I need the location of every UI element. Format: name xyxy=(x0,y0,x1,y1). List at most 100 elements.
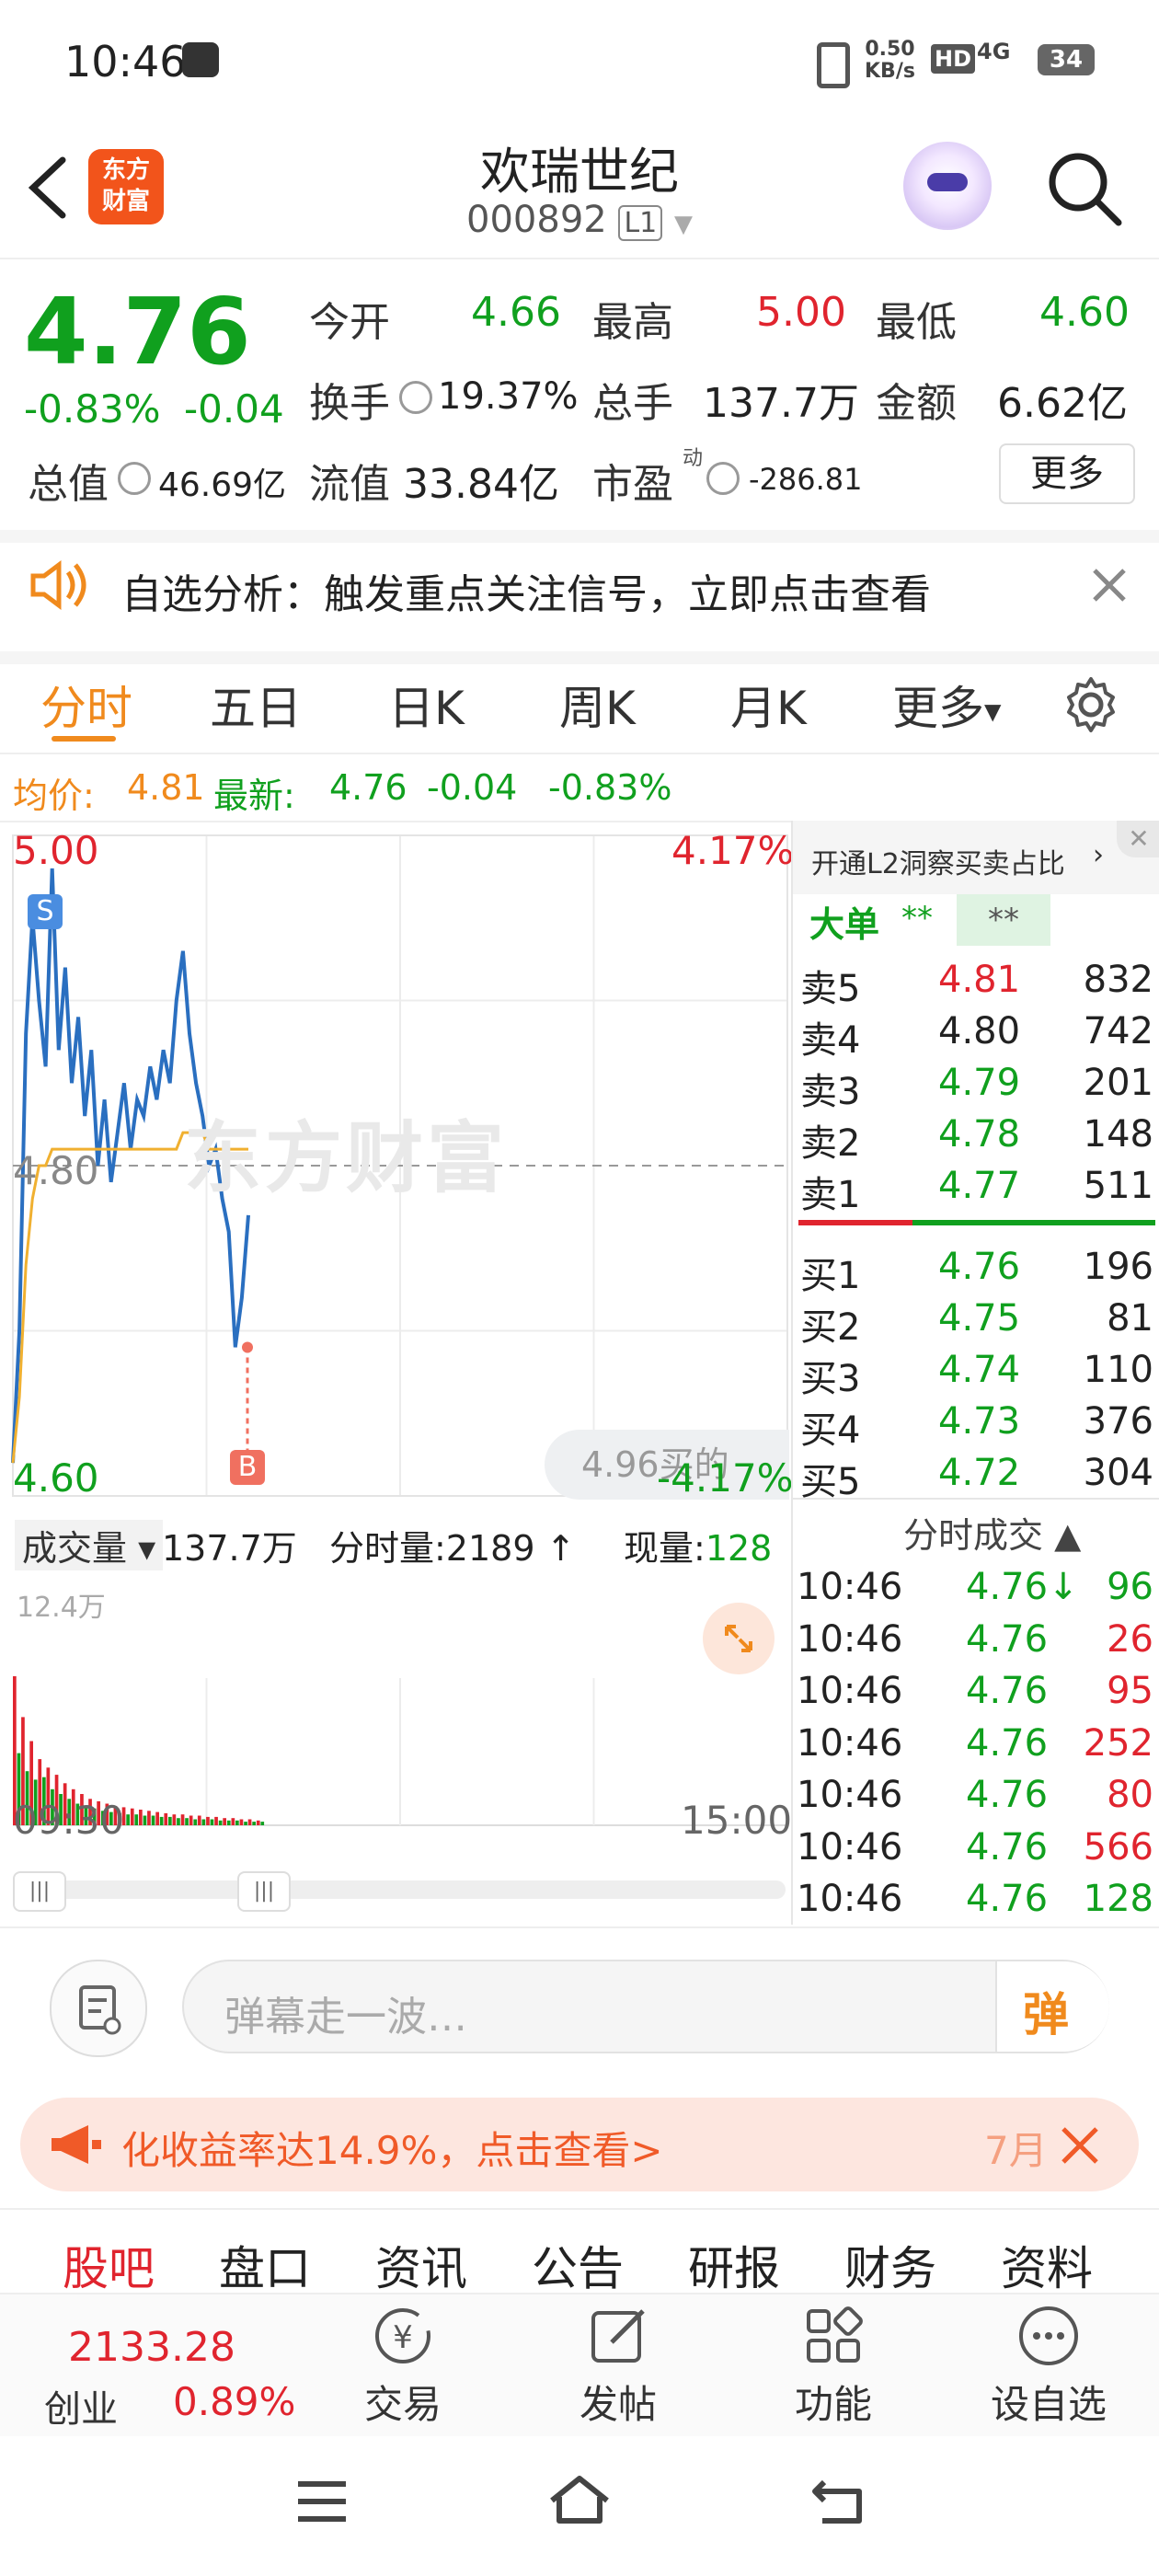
volume-max: 12.4万 xyxy=(17,1592,106,1624)
close-icon[interactable] xyxy=(1060,2125,1100,2166)
buy-row: 买3 4.74 110 xyxy=(793,1345,1159,1400)
home-icon[interactable] xyxy=(546,2473,613,2528)
tick-volume: 分时量:2189 ↑ xyxy=(329,1528,576,1569)
trade-price: 4.76↓ xyxy=(966,1566,1079,1608)
big-order-value2: ** xyxy=(957,894,1050,946)
sell-volume: 511 xyxy=(1083,1165,1153,1207)
sell-price: 4.80 xyxy=(938,1010,1021,1052)
tab-guba[interactable]: 股吧 xyxy=(63,2232,155,2294)
search-icon[interactable] xyxy=(1045,149,1124,228)
intraday-chart[interactable]: 东方财富 5.00 4.80 4.60 4.17% 4.96买的 -4.17% … xyxy=(0,821,794,1925)
sell-level-label: 卖3 xyxy=(800,1071,861,1113)
nav-functions[interactable]: 功能 xyxy=(760,2304,907,2430)
trade-volume: 95 xyxy=(1107,1670,1153,1712)
volume-bar xyxy=(134,1814,139,1825)
nav-post[interactable]: 发帖 xyxy=(545,2304,692,2430)
watermark: 东方财富 xyxy=(184,1113,509,1203)
trade-row: 10:46 4.76 128 xyxy=(793,1874,1159,1926)
buy-marker[interactable]: B xyxy=(230,1450,265,1485)
sell-price: 4.78 xyxy=(938,1113,1021,1156)
trade-volume: 26 xyxy=(1107,1617,1153,1661)
range-handle-left[interactable]: ||| xyxy=(13,1871,66,1912)
volume-total: 137.7万 xyxy=(162,1528,297,1569)
info-icon[interactable] xyxy=(706,462,740,495)
index-value: 2133.28 xyxy=(68,2324,235,2371)
tab-daily-k[interactable]: 日K xyxy=(388,672,465,738)
l2-banner[interactable]: 开通L2洞察买卖占比 › ✕ xyxy=(793,821,1159,894)
trade-time: 10:46 xyxy=(797,1825,903,1869)
trades-title[interactable]: 分时成交 ▲ xyxy=(903,1507,1081,1558)
volume-bar xyxy=(235,1820,239,1825)
index-ticker[interactable]: 2133.28 创业 0.89% xyxy=(0,2294,331,2438)
buy-row: 买2 4.75 81 xyxy=(793,1294,1159,1349)
battery-icon: 34 xyxy=(1038,44,1095,75)
current-price: 4.76 xyxy=(24,278,251,385)
stock-title: 欢瑞世纪 xyxy=(480,143,679,201)
close-icon[interactable] xyxy=(1091,567,1128,604)
info-icon[interactable] xyxy=(399,381,432,414)
range-track[interactable] xyxy=(13,1880,786,1899)
range-handle-right[interactable]: ||| xyxy=(237,1871,291,1912)
sell-marker[interactable]: S xyxy=(28,894,63,929)
nav-add-watchlist[interactable]: 设自选 xyxy=(975,2304,1122,2430)
tab-intraday[interactable]: 分时 xyxy=(40,672,132,738)
sell-level-label: 卖2 xyxy=(800,1122,861,1165)
back-icon[interactable] xyxy=(22,155,72,221)
pct-axis-bottom: -4.17% xyxy=(657,1455,794,1501)
danmu-button[interactable]: 弹 xyxy=(995,1961,1109,2052)
sell-row: 卖1 4.77 511 xyxy=(793,1161,1159,1216)
tab-finance[interactable]: 财务 xyxy=(844,2232,936,2294)
promo-suffix: 7月 xyxy=(984,2128,1048,2173)
tab-monthly-k[interactable]: 月K xyxy=(730,672,807,738)
volume-selector[interactable]: 成交量 ▾ xyxy=(15,1520,164,1570)
tab-announcements[interactable]: 公告 xyxy=(532,2232,624,2294)
tab-pankou[interactable]: 盘口 xyxy=(219,2232,311,2294)
tab-weekly-k[interactable]: 周K xyxy=(559,672,636,738)
trade-time: 10:46 xyxy=(797,1670,903,1712)
chart-svg[interactable] xyxy=(0,821,789,1925)
trade-time: 10:46 xyxy=(797,1617,903,1661)
buy-ratio-bar xyxy=(912,1220,1155,1225)
sell-volume: 201 xyxy=(1083,1062,1153,1104)
trade-time: 10:46 xyxy=(797,1774,903,1816)
menu-icon[interactable] xyxy=(294,2478,350,2524)
tab-news[interactable]: 资讯 xyxy=(375,2232,467,2294)
info-icon[interactable] xyxy=(118,462,151,495)
tab-research[interactable]: 研报 xyxy=(688,2232,780,2294)
back-nav-icon[interactable] xyxy=(809,2475,868,2526)
more-button[interactable]: 更多 xyxy=(999,443,1135,504)
promo-banner[interactable]: 化收益率达14.9%，点击查看> 7月 xyxy=(20,2098,1139,2191)
robot-assistant-icon[interactable] xyxy=(903,142,992,230)
buy-price: 4.76 xyxy=(938,1246,1021,1288)
more-dots-icon xyxy=(1019,2306,1078,2365)
sell-volume: 742 xyxy=(1083,1010,1153,1052)
trade-price: 4.76 xyxy=(966,1774,1049,1816)
volume-bar xyxy=(180,1814,185,1825)
expand-icon[interactable] xyxy=(703,1603,775,1674)
trade-row: 10:46 4.76 566 xyxy=(793,1823,1159,1874)
nav-trade[interactable]: ¥ 交易 xyxy=(329,2304,476,2430)
stock-code: 000892 L1 ▼ xyxy=(466,199,693,241)
change-value: -0.04 xyxy=(184,386,284,431)
tab-more[interactable]: 更多▼ xyxy=(892,672,1001,738)
trade-time: 10:46 xyxy=(797,1566,903,1608)
notes-icon[interactable] xyxy=(50,1960,147,2057)
alert-bar[interactable]: 自选分析：触发重点关注信号，立即点击查看 xyxy=(0,530,1159,664)
tab-five-day[interactable]: 五日 xyxy=(210,672,302,738)
total-value-label: 总值 xyxy=(28,461,109,508)
volume-bar xyxy=(126,1814,130,1825)
comment-input[interactable]: 弹幕走一波… 弹 xyxy=(182,1960,1109,2053)
volume-bar xyxy=(155,1811,159,1825)
low-label: 最低 xyxy=(876,299,957,346)
edit-icon xyxy=(591,2309,645,2363)
chart-tabs: 分时 五日 日K 周K 月K 更多▼ xyxy=(0,653,1159,754)
settings-icon[interactable] xyxy=(1061,675,1120,734)
tab-profile[interactable]: 资料 xyxy=(1001,2232,1093,2294)
big-order-label: 大单 xyxy=(809,904,880,945)
volume-bar xyxy=(214,1816,218,1825)
volume-bar xyxy=(206,1816,210,1825)
close-icon[interactable]: ✕ xyxy=(1117,821,1159,857)
total-value: 46.69亿 xyxy=(158,466,287,504)
volume-bar xyxy=(177,1818,180,1825)
volume-bar xyxy=(197,1815,201,1825)
